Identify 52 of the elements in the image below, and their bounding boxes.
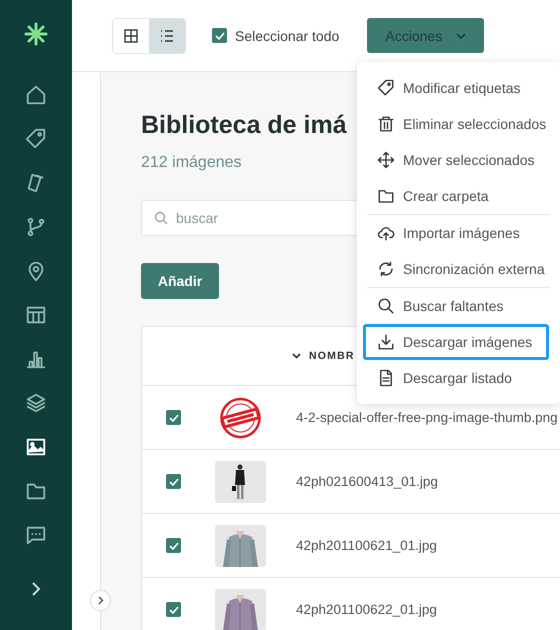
menu-item[interactable]: Sincronización externa xyxy=(357,251,560,287)
check-icon xyxy=(168,478,178,486)
row-checkbox[interactable] xyxy=(166,410,181,425)
image-icon xyxy=(25,436,47,458)
home-icon xyxy=(25,84,47,106)
menu-item[interactable]: Mover seleccionados xyxy=(357,142,560,178)
menu-item[interactable]: Crear carpeta xyxy=(357,178,560,214)
list-icon xyxy=(160,28,174,42)
trash-icon xyxy=(377,115,395,133)
move-icon xyxy=(377,151,395,169)
file-name: 42ph201100621_01.jpg xyxy=(296,538,437,553)
name-column-header[interactable]: NOMBR xyxy=(292,350,355,362)
file-name: 42ph021600413_01.jpg xyxy=(296,474,438,489)
layers-icon xyxy=(25,392,47,414)
menu-item[interactable]: Descargar listado xyxy=(357,360,560,396)
check-icon xyxy=(168,606,178,614)
menu-item[interactable]: Descargar imágenes xyxy=(363,324,549,360)
add-button[interactable]: Añadir xyxy=(141,263,219,299)
file-name: 4-2-special-offer-free-png-image-thumb.png xyxy=(296,410,558,425)
tag-icon xyxy=(25,128,47,150)
check-icon xyxy=(168,542,178,550)
sync-icon xyxy=(377,260,395,278)
row-checkbox[interactable] xyxy=(166,474,181,489)
menu-item[interactable]: Buscar faltantes xyxy=(357,288,560,324)
chevron-right-icon xyxy=(98,596,104,605)
board-icon xyxy=(25,304,47,326)
cloud-upload-icon xyxy=(377,224,395,242)
check-icon xyxy=(168,414,178,422)
page-title: Biblioteca de imá xyxy=(141,110,347,141)
chat-icon xyxy=(25,524,47,546)
menu-item[interactable]: Modificar etiquetas xyxy=(357,70,560,106)
chevron-right-icon[interactable] xyxy=(30,582,42,596)
row-checkbox[interactable] xyxy=(166,538,181,553)
list-view-button[interactable] xyxy=(149,18,185,52)
menu-item[interactable]: Eliminar seleccionados xyxy=(357,106,560,142)
row-checkbox[interactable] xyxy=(166,602,181,617)
menu-item[interactable]: Importar imágenes xyxy=(357,215,560,251)
search-icon xyxy=(377,297,395,315)
select-all-label: Seleccionar todo xyxy=(235,28,340,44)
caret-icon xyxy=(456,32,466,38)
folder-icon xyxy=(377,187,395,205)
logo-icon xyxy=(24,22,48,46)
document-icon xyxy=(377,369,395,387)
select-all-checkbox[interactable] xyxy=(212,28,227,43)
file-name: 42ph201100622_01.jpg xyxy=(296,602,437,617)
check-icon xyxy=(214,32,224,40)
image-count: 212 imágenes xyxy=(141,154,242,172)
download-icon xyxy=(377,333,395,351)
caret-icon xyxy=(292,353,301,359)
grid-icon xyxy=(124,28,138,42)
tag-icon xyxy=(377,79,395,97)
branch-icon xyxy=(25,216,47,238)
